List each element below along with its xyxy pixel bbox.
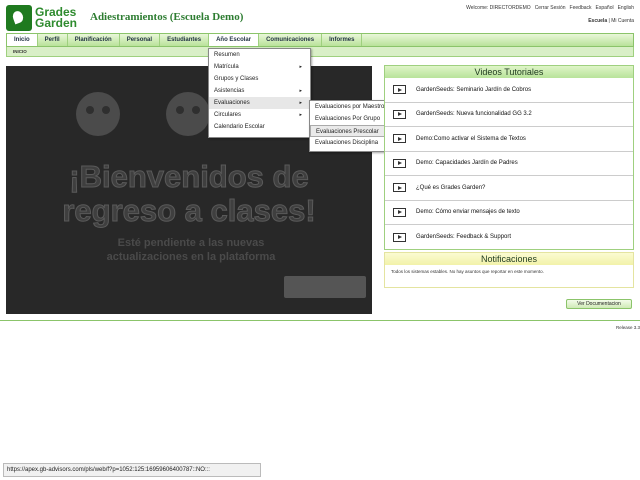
school-links: Escuela | Mi Cuenta (588, 18, 634, 24)
video-play-icon (393, 183, 406, 193)
submenu-arrow-icon: ▸ (299, 64, 302, 70)
language-english-link[interactable]: English (618, 5, 634, 11)
view-documentation-button[interactable]: Ver Documentacion (566, 299, 632, 309)
nav-ano-escolar[interactable]: Año Escolar (209, 34, 260, 46)
submenu-arrow-icon: ▸ (299, 112, 302, 118)
menu-item-asistencias[interactable]: Asistencias ▸ (209, 85, 310, 97)
video-play-icon (393, 158, 406, 168)
my-account-link[interactable]: Mi Cuenta (611, 18, 634, 24)
video-item[interactable]: ¿Qué es Grades Garden? (385, 176, 633, 201)
feedback-link[interactable]: Feedback (570, 5, 592, 11)
breadcrumb: INICIO (6, 47, 634, 57)
notifications-title: Notificaciones (385, 253, 633, 265)
menu-item-matricula[interactable]: Matrícula ▸ (209, 61, 310, 73)
banner-subtitle-line-2: actualizaciones en la plataforma (106, 251, 276, 263)
emoji-star-eyes-icon (76, 92, 120, 136)
release-version: Release 3.3 (615, 325, 640, 330)
grades-garden-logo[interactable]: Grades Garden (6, 5, 86, 31)
video-item[interactable]: Demo: Cómo enviar mensajes de texto (385, 201, 633, 225)
video-item[interactable]: GardenSeeds: Feedback & Support (385, 225, 633, 250)
video-play-icon (393, 232, 406, 242)
school-link[interactable]: Escuela (588, 18, 607, 24)
menu-item-calendario-escolar[interactable]: Calendario Escolar (209, 121, 310, 133)
banner-heading-line-1: ¡Bienvenidos de (69, 159, 309, 194)
videos-panel: Videos Tutoriales GardenSeeds: Seminario… (384, 65, 634, 250)
video-item[interactable]: GardenSeeds: Nueva funcionalidad GG 3.2 (385, 103, 633, 127)
page: Grades Garden Adiestramientos (Escuela D… (0, 0, 640, 480)
nav-planificacion[interactable]: Planificación (68, 34, 120, 46)
ano-escolar-menu: Resumen Matrícula ▸ Grupos y Clases Asist… (208, 48, 311, 138)
logout-link[interactable]: Cerrar Sesión (535, 5, 566, 11)
logo-line-2: Garden (35, 16, 78, 30)
banner-grades-garden-badge (284, 276, 366, 298)
welcome-text: Welcome: DIRECTORDEMO (466, 5, 531, 11)
menu-item-grupos-y-clases[interactable]: Grupos y Clases (209, 73, 310, 85)
menu-item-resumen[interactable]: Resumen (209, 49, 310, 61)
videos-panel-title: Videos Tutoriales (385, 66, 633, 78)
banner-subtitle: Esté pendiente a las nuevas actualizacio… (46, 236, 336, 264)
video-item[interactable]: Demo: Capacidades Jardín de Padres (385, 152, 633, 176)
nav-comunicaciones[interactable]: Comunicaciones (259, 34, 323, 46)
submenu-arrow-icon: ▸ (299, 100, 302, 106)
video-item[interactable]: GardenSeeds: Seminario Jardín de Cobros (385, 78, 633, 103)
video-item[interactable]: Demo:Como activar el Sistema de Textos (385, 127, 633, 152)
separator: | (608, 18, 610, 24)
footer-divider (0, 320, 640, 321)
emoji-hug-icon (166, 92, 210, 136)
main-nav: Inicio Perfil Planificación Personal Est… (6, 33, 634, 47)
video-play-icon (393, 109, 406, 119)
nav-perfil[interactable]: Perfil (38, 34, 68, 46)
submenu-arrow-icon: ▸ (299, 88, 302, 94)
language-spanish-link[interactable]: Español (596, 5, 614, 11)
notification-message: Todos los sistemas estables. No hay asun… (391, 269, 544, 274)
menu-item-evaluaciones[interactable]: Evaluaciones ▸ (209, 97, 310, 109)
top-links: Welcome: DIRECTORDEMO Cerrar Sesión Feed… (466, 5, 634, 11)
nav-informes[interactable]: Informes (322, 34, 363, 46)
nav-inicio[interactable]: Inicio (7, 34, 38, 46)
breadcrumb-label: INICIO (13, 49, 27, 54)
nav-personal[interactable]: Personal (120, 34, 161, 46)
menu-item-circulares[interactable]: Circulares ▸ (209, 109, 310, 121)
video-play-icon (393, 207, 406, 217)
video-play-icon (393, 134, 406, 144)
video-play-icon (393, 85, 406, 95)
nav-estudiantes[interactable]: Estudiantes (160, 34, 210, 46)
banner-heading-line-2: regreso a clases! (62, 193, 316, 228)
leaf-logo-icon (6, 5, 32, 31)
banner-subtitle-line-1: Esté pendiente a las nuevas (117, 237, 265, 249)
banner-heading: ¡Bienvenidos de regreso a clases! (6, 159, 372, 228)
notifications-panel: Notificaciones Todos los sistemas establ… (384, 252, 634, 288)
app-title: Adiestramientos (Escuela Demo) (90, 11, 244, 23)
browser-status-url: https://apex.gb-advisors.com/pls/web/f?p… (3, 463, 261, 477)
